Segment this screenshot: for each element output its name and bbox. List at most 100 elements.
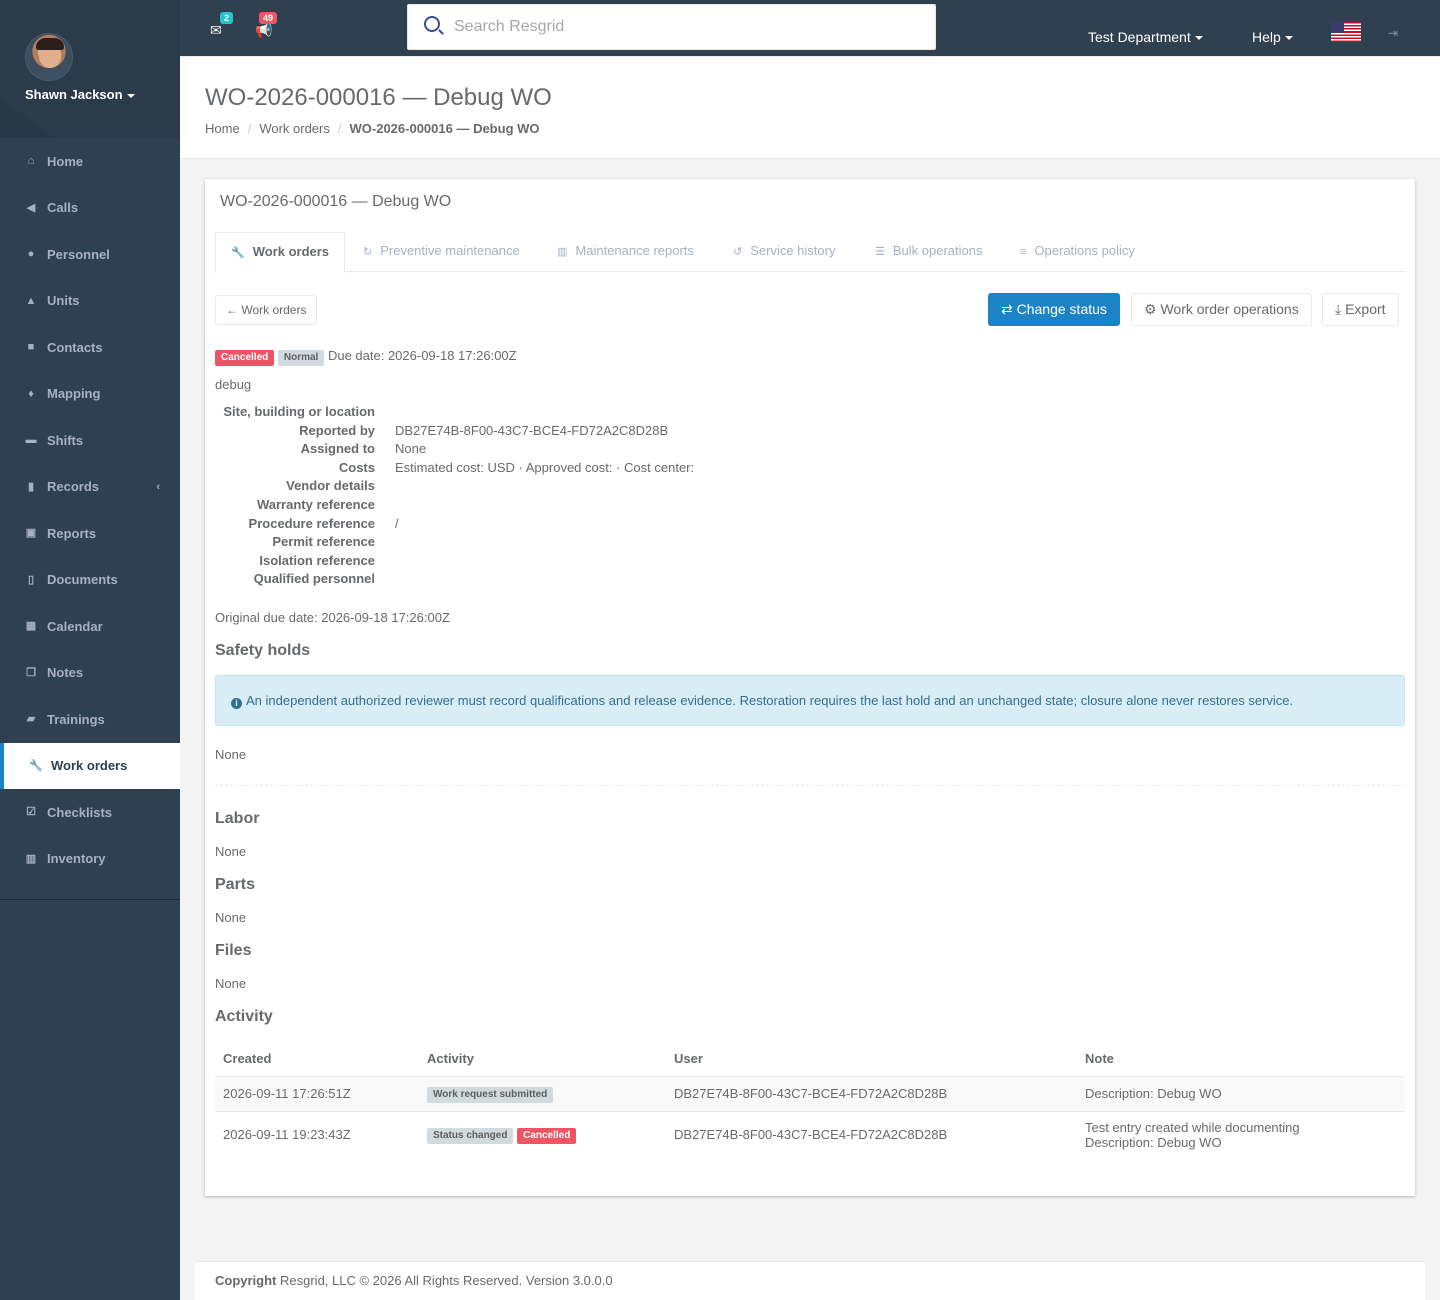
bullhorn-alerts-icon[interactable]: 📢 (255, 22, 272, 39)
tab-operations-policy[interactable]: ≡ Operations policy (1020, 232, 1135, 272)
column-header-activity: Activity (419, 1042, 666, 1077)
cell-created: 2026-09-11 17:26:51Z (215, 1075, 419, 1111)
work-order-operations-button[interactable]: ⚙ Work order operations (1131, 293, 1312, 326)
sidebar-item-label: Shifts (47, 432, 84, 448)
safety-info-alert: i An independent authorized reviewer must… (215, 675, 1405, 726)
tab-preventive-maintenance[interactable]: ↻ Preventive maintenance (363, 232, 520, 272)
sidebar-item-home[interactable]: ⌂ Home (0, 138, 180, 185)
tab-maintenance-reports[interactable]: ▥ Maintenance reports (557, 232, 694, 272)
avatar[interactable] (25, 33, 73, 81)
map-marker-icon: ♦ (28, 387, 34, 400)
bullhorn-icon: ◀ (26, 201, 36, 214)
tab-service-history[interactable]: ↺ Service history (733, 232, 835, 272)
sidebar-item-work-orders[interactable]: 🔧 Work orders (0, 742, 180, 789)
tab-label: Preventive maintenance (380, 243, 520, 258)
sidebar-item-units[interactable]: ▲ Units (0, 278, 180, 325)
change-status-button[interactable]: ⇄ Change status (988, 293, 1120, 326)
department-dropdown[interactable]: Test Department (1088, 29, 1203, 45)
exchange-icon: ⇄ (1001, 301, 1017, 317)
detail-label: Warranty reference (256, 496, 375, 512)
page-title: WO-2026-000016 — Debug WO (205, 84, 552, 111)
tab-work-orders[interactable]: 🔧 Work orders (215, 232, 346, 273)
us-flag-icon[interactable] (1331, 22, 1361, 42)
truck-icon: ▲ (25, 294, 37, 307)
sidebar-item-shifts[interactable]: ▬ Shifts (0, 417, 180, 464)
breadcrumb-home[interactable]: Home (205, 121, 240, 136)
sidebar-item-label: Personnel (47, 246, 110, 262)
export-button[interactable]: ⤓ Export (1322, 293, 1399, 326)
breadcrumb-work-orders[interactable]: Work orders (259, 121, 330, 136)
home-icon: ⌂ (27, 155, 35, 168)
search-icon (424, 16, 440, 32)
sidebar-item-calendar[interactable]: ▦ Calendar (0, 603, 180, 650)
table-row: 2026-09-11 17:26:51Z Work request submit… (215, 1075, 1405, 1111)
footer-copyright-label: Copyright (215, 1273, 277, 1288)
sidebar-item-checklists[interactable]: ☑ Checklists (0, 789, 180, 836)
tab-label: Work orders (252, 244, 330, 259)
sidebar-item-reports[interactable]: ▣ Reports (0, 510, 180, 557)
sidebar-item-label: Work orders (51, 758, 128, 774)
back-to-work-orders-button[interactable]: ← Work orders (215, 295, 318, 325)
sidebar-item-calls[interactable]: ◀ Calls (0, 185, 180, 232)
sidebar-item-inventory[interactable]: ▥ Inventory (0, 836, 180, 883)
sidebar-item-notes[interactable]: ❐ Notes (0, 650, 180, 697)
sidebar-item-trainings[interactable]: ▰ Trainings (0, 696, 180, 743)
sidebar-item-documents[interactable]: ▯ Documents (0, 557, 180, 604)
department-label: Test Department (1088, 29, 1191, 45)
activity-heading: Activity (215, 1008, 273, 1025)
sidebar-item-label: Mapping (47, 386, 101, 402)
button-label: Export (1345, 301, 1386, 317)
cell-activity: Status changed Cancelled (419, 1110, 666, 1158)
checkbox-icon: ☑ (26, 806, 36, 819)
parts-heading: Parts (215, 876, 256, 893)
safety-holds-heading: Safety holds (215, 642, 311, 659)
safety-holds-none: None (215, 747, 247, 762)
sidebar-item-contacts[interactable]: ■ Contacts (0, 324, 180, 371)
tab-label: Operations policy (1034, 243, 1135, 258)
alerts-count-badge: 49 (259, 12, 278, 24)
tab-label: Service history (750, 243, 836, 258)
footer: Copyright Resgrid, LLC © 2026 All Rights… (195, 1261, 1425, 1300)
sidebar-item-label: Contacts (47, 339, 103, 355)
search-input[interactable] (454, 5, 924, 49)
detail-label: Vendor details (286, 478, 375, 494)
tab-bulk-operations[interactable]: ☰ Bulk operations (875, 232, 983, 272)
sidebar-divider (0, 899, 180, 900)
note-line: Description: Debug WO (1085, 1134, 1222, 1150)
help-dropdown[interactable]: Help (1252, 29, 1293, 45)
download-icon: ⤓ (1335, 301, 1346, 317)
detail-label: Permit reference (272, 534, 375, 550)
detail-value: / (395, 515, 399, 531)
footer-text: Resgrid, LLC © 2026 All Rights Reserved.… (276, 1273, 613, 1288)
barcode-icon: ▥ (25, 852, 37, 865)
status-badge: Cancelled (215, 350, 275, 366)
detail-label: Procedure reference (248, 515, 375, 531)
work-order-panel: WO-2026-000016 — Debug WO 🔧 Work orders ↻… (205, 179, 1415, 1196)
user-name: Shawn Jackson (25, 87, 123, 102)
sidebar-item-personnel[interactable]: ● Personnel (0, 231, 180, 278)
detail-label: Assigned to (300, 441, 375, 457)
top-navbar: ✉ 2 📢 49 Test Department Help ⇥ (180, 0, 1440, 57)
sliders-icon: ≡ (1020, 246, 1027, 258)
tab-label: Bulk operations (892, 243, 983, 258)
section-divider (215, 785, 1405, 786)
logout-icon[interactable]: ⇥ (1388, 26, 1401, 40)
mail-icon[interactable]: ✉ (210, 22, 222, 39)
work-order-description: debug (215, 377, 252, 392)
due-date: Due date: 2026-09-18 17:26:00Z (327, 348, 517, 363)
gears-icon: ⚙ (1144, 301, 1161, 317)
sidebar-item-mapping[interactable]: ♦ Mapping (0, 371, 180, 418)
detail-label: Isolation reference (259, 552, 375, 568)
user-icon: ● (27, 248, 35, 261)
profile-name-dropdown[interactable]: Shawn Jackson (25, 87, 135, 102)
cell-user: DB27E74B-8F00-43C7-BCE4-FD72A2C8D28B (666, 1075, 1077, 1111)
sidebar-item-label: Home (47, 153, 84, 169)
column-header-note: Note (1077, 1042, 1405, 1077)
activity-badge: Status changed (427, 1127, 514, 1144)
sidebar-item-label: Reports (47, 525, 97, 541)
sidebar-item-label: Trainings (47, 711, 105, 727)
cell-note: Description: Debug WO (1077, 1075, 1405, 1111)
calendar-icon: ▦ (25, 620, 37, 633)
cell-note: Test entry created while documenting Desc… (1077, 1110, 1405, 1158)
sidebar-item-records[interactable]: ▮ Records ‹ (0, 464, 180, 511)
